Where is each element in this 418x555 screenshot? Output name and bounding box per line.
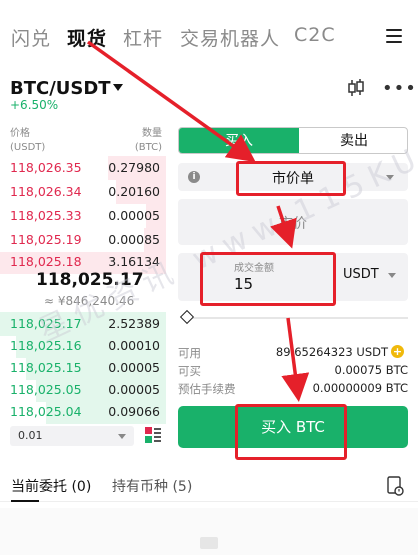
empty-state-icon	[200, 537, 218, 549]
ask-row[interactable]: 118,025.19 0.00085	[0, 228, 166, 252]
chevron-down-icon[interactable]	[388, 273, 396, 278]
price-change-percent: +6.50%	[10, 98, 59, 112]
price-header-text: 价格 (USDT)	[10, 128, 46, 153]
ask-qty: 0.00005	[108, 208, 160, 223]
ask-qty: 0.20160	[108, 184, 160, 199]
fee-label: 预估手续费	[178, 382, 236, 396]
slider-handle[interactable]	[179, 309, 195, 325]
bid-row[interactable]: 118,025.16 0.00010	[0, 334, 166, 358]
tab-spot[interactable]: 现货	[67, 24, 107, 51]
available-row: 可用 89.65264323 USDT	[178, 345, 408, 361]
pair-symbol[interactable]: BTC/USDT	[10, 78, 111, 99]
bid-qty: 0.00005	[108, 360, 160, 375]
amount-slider[interactable]	[179, 309, 408, 325]
ask-price: 118,025.19	[10, 232, 82, 247]
orderbook-qty-header: 数量 (BTC)	[120, 127, 162, 155]
can-buy-row: 可买 0.00075 BTC	[178, 363, 408, 379]
bid-price: 118,025.04	[10, 404, 82, 419]
bid-price: 118,025.05	[10, 382, 82, 397]
ask-price: 118,025.18	[10, 254, 82, 269]
qty-header-text: 数量 (BTC)	[134, 128, 162, 153]
bid-row[interactable]: 118,025.05 0.00005	[0, 378, 166, 402]
bid-row[interactable]: 118,025.15 0.00005	[0, 356, 166, 380]
candlestick-chart-icon[interactable]	[346, 78, 366, 98]
bid-row[interactable]: 118,025.04 0.09066	[0, 400, 166, 424]
available-value: 89.65264323 USDT	[275, 345, 388, 359]
annotation-box-order-type	[236, 161, 346, 196]
tab-c2c[interactable]: C2C	[294, 24, 336, 46]
tab-flash-swap[interactable]: 闪兑	[11, 24, 51, 51]
slider-track[interactable]	[192, 317, 408, 319]
tab-margin[interactable]: 杠杆	[123, 24, 163, 51]
tab-trading-bot[interactable]: 交易机器人	[180, 24, 280, 51]
available-label: 可用	[178, 346, 201, 360]
fee-value: 0.00000009 BTC	[312, 381, 408, 395]
bid-qty: 0.00005	[108, 382, 160, 397]
order-history-icon[interactable]	[386, 476, 404, 496]
ask-qty: 0.00085	[108, 232, 160, 247]
top-nav: 闪兑 现货 杠杆 交易机器人 C2C	[0, 0, 418, 76]
depth-precision-value: 0.01	[18, 429, 43, 442]
more-options-icon[interactable]: •••	[382, 80, 417, 98]
tab-holdings[interactable]: 持有币种 (5)	[112, 476, 192, 496]
ask-row[interactable]: 118,026.35 0.27980	[0, 156, 166, 180]
amount-unit-select[interactable]: USDT	[343, 267, 379, 282]
can-buy-label: 可买	[178, 364, 201, 378]
depth-precision-select[interactable]: 0.01	[10, 426, 134, 446]
fee-row: 预估手续费 0.00000009 BTC	[178, 381, 408, 397]
ask-price: 118,025.33	[10, 208, 82, 223]
tab-open-orders[interactable]: 当前委托 (0)	[11, 476, 91, 496]
hamburger-menu-icon[interactable]	[386, 29, 402, 43]
active-tab-underline	[11, 500, 39, 502]
bottom-tabs: 当前委托 (0) 持有币种 (5)	[0, 470, 418, 502]
ask-qty: 0.27980	[108, 160, 160, 175]
ask-price: 118,026.35	[10, 160, 82, 175]
can-buy-value: 0.00075 BTC	[334, 363, 408, 377]
orderbook-price-header: 价格 (USDT)	[10, 127, 70, 155]
pair-dropdown-icon[interactable]	[113, 84, 123, 91]
bid-qty: 0.00010	[108, 338, 160, 353]
annotation-box-buy-button	[235, 404, 347, 460]
orderbook-layout-icon[interactable]	[145, 426, 161, 444]
ask-price: 118,026.34	[10, 184, 82, 199]
plus-icon[interactable]: +	[391, 345, 404, 358]
bid-price: 118,025.15	[10, 360, 82, 375]
bid-qty: 0.09066	[108, 404, 160, 419]
buy-tab[interactable]: 买入	[179, 128, 299, 153]
ask-row[interactable]: 118,025.33 0.00005	[0, 204, 166, 228]
ask-row[interactable]: 118,026.34 0.20160	[0, 180, 166, 204]
annotation-box-amount	[200, 252, 336, 306]
chevron-down-icon	[118, 434, 126, 439]
